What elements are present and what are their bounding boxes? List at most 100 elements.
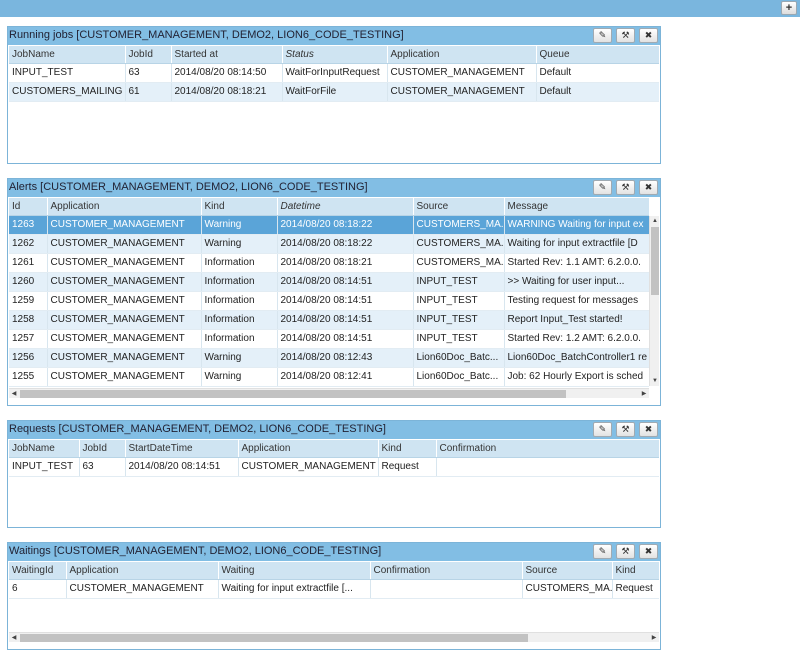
table-cell: CUSTOMER_MANAGEMENT xyxy=(47,234,202,254)
table-cell: Request xyxy=(378,457,437,477)
settings-icon[interactable]: ⚒ xyxy=(616,544,635,559)
edit-icon[interactable]: ✎ xyxy=(593,180,612,195)
column-header[interactable]: Source xyxy=(413,198,505,216)
column-header[interactable]: StartDateTime xyxy=(125,440,239,458)
table-row[interactable]: 1261 CUSTOMER_MANAGEMENT Information 201… xyxy=(9,253,649,273)
table-row[interactable]: 1255 CUSTOMER_MANAGEMENT Warning 2014/08… xyxy=(9,367,649,387)
edit-icon[interactable]: ✎ xyxy=(593,28,612,43)
table-row[interactable]: 1260 CUSTOMER_MANAGEMENT Information 201… xyxy=(9,272,649,292)
table-row[interactable]: 1263 CUSTOMER_MANAGEMENT Warning 2014/08… xyxy=(9,215,649,235)
scroll-down-arrow-icon[interactable]: ▼ xyxy=(650,376,660,386)
scroll-left-arrow-icon[interactable]: ◀ xyxy=(9,389,19,399)
horizontal-scrollbar[interactable]: ◀ ▶ xyxy=(9,632,659,642)
table-cell: CUSTOMER_MANAGEMENT xyxy=(47,348,202,368)
vertical-scrollbar[interactable]: ▲ ▼ xyxy=(649,216,659,386)
column-header[interactable]: WaitingId xyxy=(9,562,67,580)
table-row[interactable]: CUSTOMERS_MAILING 61 2014/08/20 08:18:21… xyxy=(9,82,659,102)
table-row[interactable]: 1257 CUSTOMER_MANAGEMENT Information 201… xyxy=(9,329,649,349)
column-header[interactable]: Source xyxy=(522,562,613,580)
widget-title: Requests [CUSTOMER_MANAGEMENT, DEMO2, LI… xyxy=(9,423,386,435)
widget-header: Waitings [CUSTOMER_MANAGEMENT, DEMO2, LI… xyxy=(8,543,660,561)
table-cell: 2014/08/20 08:14:51 xyxy=(277,272,414,292)
scrollbar-thumb[interactable] xyxy=(20,634,528,642)
horizontal-scrollbar[interactable]: ◀ ▶ xyxy=(9,388,649,398)
table-cell[interactable] xyxy=(370,579,523,599)
table-cell: Lion60Doc_Batc... xyxy=(413,367,505,387)
plus-icon[interactable]: + xyxy=(781,1,797,15)
settings-icon[interactable]: ⚒ xyxy=(616,422,635,437)
table-cell: 2014/08/20 08:14:51 xyxy=(277,329,414,349)
column-header[interactable]: JobId xyxy=(125,46,172,64)
table-cell: WARNING Waiting for input ex xyxy=(504,215,649,235)
table-cell: 2014/08/20 08:18:21 xyxy=(277,253,414,273)
table-cell: CUSTOMERS_MA... xyxy=(522,579,613,599)
column-header[interactable]: Kind xyxy=(612,562,659,580)
table-cell[interactable] xyxy=(436,457,659,477)
table-cell: 2014/08/20 08:12:41 xyxy=(277,367,414,387)
close-icon[interactable]: ✖ xyxy=(639,28,658,43)
column-header[interactable]: JobName xyxy=(9,46,126,64)
column-header[interactable]: Started at xyxy=(171,46,283,64)
scroll-left-arrow-icon[interactable]: ◀ xyxy=(9,633,19,643)
table-row[interactable]: INPUT_TEST 63 2014/08/20 08:14:51 CUSTOM… xyxy=(9,457,659,477)
table-cell: CUSTOMER_MANAGEMENT xyxy=(47,329,202,349)
table-cell: 1261 xyxy=(9,253,48,273)
table-cell: Information xyxy=(201,329,278,349)
table-cell: 1260 xyxy=(9,272,48,292)
edit-icon[interactable]: ✎ xyxy=(593,544,612,559)
column-header[interactable]: Application xyxy=(66,562,219,580)
edit-icon[interactable]: ✎ xyxy=(593,422,612,437)
table-cell: Warning xyxy=(201,234,278,254)
table-cell: Warning xyxy=(201,348,278,368)
scroll-up-arrow-icon[interactable]: ▲ xyxy=(650,216,660,226)
table-cell: Information xyxy=(201,291,278,311)
table-cell: INPUT_TEST xyxy=(9,63,126,83)
table-row[interactable]: 1259 CUSTOMER_MANAGEMENT Information 201… xyxy=(9,291,649,311)
column-header[interactable]: JobName xyxy=(9,440,80,458)
column-header[interactable]: Confirmation xyxy=(436,440,659,458)
table-row[interactable]: 1256 CUSTOMER_MANAGEMENT Warning 2014/08… xyxy=(9,348,649,368)
column-header[interactable]: Application xyxy=(387,46,537,64)
settings-icon[interactable]: ⚒ xyxy=(616,28,635,43)
table-cell: 63 xyxy=(79,457,126,477)
column-header[interactable]: Application xyxy=(238,440,379,458)
table-cell: CUSTOMER_MANAGEMENT xyxy=(47,367,202,387)
column-header[interactable]: Id xyxy=(9,198,48,216)
column-header[interactable]: JobId xyxy=(79,440,126,458)
close-icon[interactable]: ✖ xyxy=(639,422,658,437)
close-icon[interactable]: ✖ xyxy=(639,544,658,559)
column-header[interactable]: Confirmation xyxy=(370,562,523,580)
column-header[interactable]: Queue xyxy=(536,46,659,64)
table-cell: CUSTOMER_MANAGEMENT xyxy=(47,291,202,311)
column-header[interactable]: Datetime xyxy=(277,198,414,216)
table-row[interactable]: 6 CUSTOMER_MANAGEMENT Waiting for input … xyxy=(9,579,659,599)
table-cell: CUSTOMERS_MAILING xyxy=(9,82,126,102)
table-cell: 2014/08/20 08:14:51 xyxy=(277,291,414,311)
column-header[interactable]: Kind xyxy=(201,198,278,216)
scroll-right-arrow-icon[interactable]: ▶ xyxy=(639,389,649,399)
table-cell: 2014/08/20 08:14:51 xyxy=(125,457,239,477)
scroll-right-arrow-icon[interactable]: ▶ xyxy=(649,633,659,643)
table-row[interactable]: 1258 CUSTOMER_MANAGEMENT Information 201… xyxy=(9,310,649,330)
alerts-widget: Alerts [CUSTOMER_MANAGEMENT, DEMO2, LION… xyxy=(7,178,661,406)
column-header[interactable]: Application xyxy=(47,198,202,216)
table-cell: Lion60Doc_BatchController1 re xyxy=(504,348,649,368)
column-header[interactable]: Kind xyxy=(378,440,437,458)
running-jobs-widget: Running jobs [CUSTOMER_MANAGEMENT, DEMO2… xyxy=(7,26,661,164)
close-icon[interactable]: ✖ xyxy=(639,180,658,195)
table-cell: Testing request for messages xyxy=(504,291,649,311)
settings-icon[interactable]: ⚒ xyxy=(616,180,635,195)
column-header[interactable]: Waiting xyxy=(218,562,371,580)
table-cell: 2014/08/20 08:14:51 xyxy=(277,310,414,330)
widget-header: Requests [CUSTOMER_MANAGEMENT, DEMO2, LI… xyxy=(8,421,660,439)
table-row[interactable]: 1262 CUSTOMER_MANAGEMENT Warning 2014/08… xyxy=(9,234,649,254)
column-header[interactable]: Status xyxy=(282,46,388,64)
column-header[interactable]: Message xyxy=(504,198,649,216)
table-cell: CUSTOMER_MANAGEMENT xyxy=(387,63,537,83)
table-cell: CUSTOMER_MANAGEMENT xyxy=(238,457,379,477)
table-cell: Default xyxy=(536,82,659,102)
table-cell: 2014/08/20 08:18:21 xyxy=(171,82,283,102)
table-row[interactable]: INPUT_TEST 63 2014/08/20 08:14:50 WaitFo… xyxy=(9,63,659,83)
scrollbar-thumb[interactable] xyxy=(20,390,566,398)
scrollbar-thumb[interactable] xyxy=(651,227,659,295)
